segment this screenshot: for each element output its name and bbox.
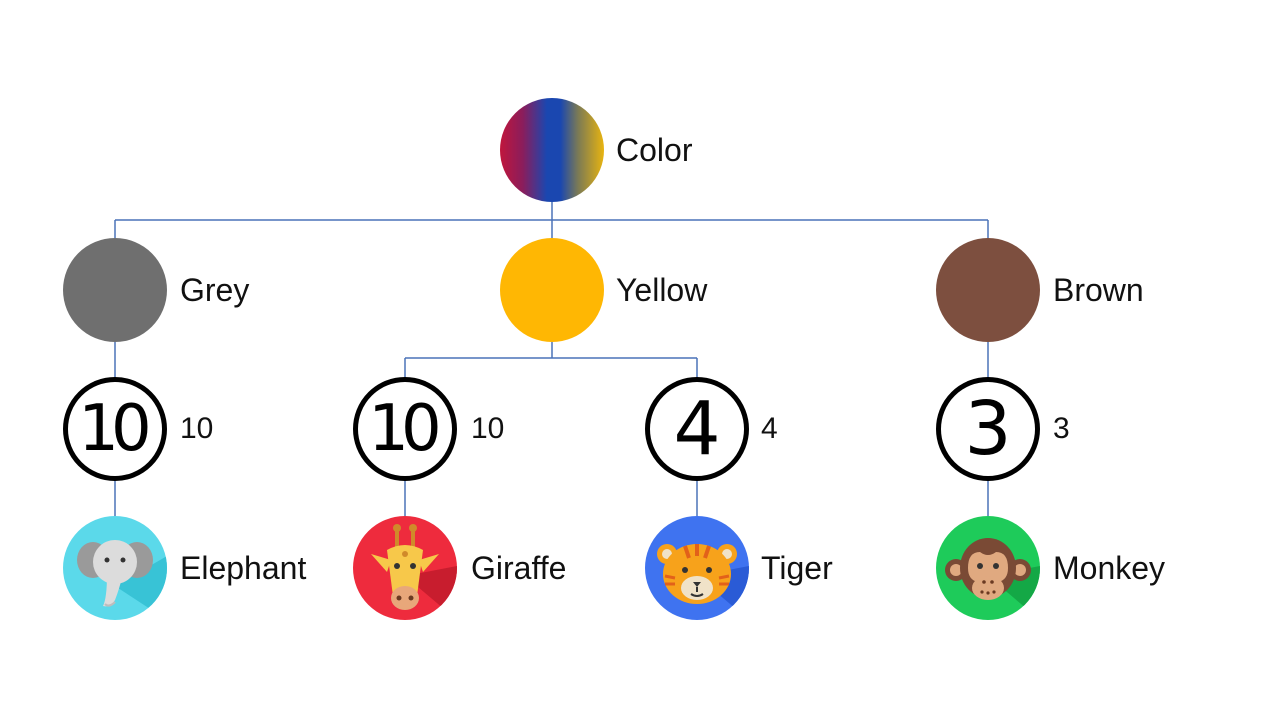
brown-node: [936, 238, 1040, 342]
count-label-tiger: 4: [761, 412, 778, 445]
giraffe-node: [353, 516, 457, 620]
count-circle-monkey: 3: [936, 377, 1040, 481]
count-label-monkey: 3: [1053, 412, 1070, 445]
count-label-grey: 10: [180, 412, 214, 445]
count-label-giraffe: 10: [471, 412, 505, 445]
tiger-label: Tiger: [761, 550, 833, 586]
yellow-node: [500, 238, 604, 342]
color-root-label: Color: [616, 132, 693, 168]
elephant-icon: [77, 540, 167, 620]
brown-label: Brown: [1053, 272, 1144, 308]
yellow-label: Yellow: [616, 272, 708, 308]
monkey-label: Monkey: [1053, 550, 1166, 586]
count-circle-grey: 10: [63, 377, 167, 481]
count-circle-tiger: 4: [645, 377, 749, 481]
elephant-node: [63, 516, 167, 620]
count-circle-giraffe: 10: [353, 377, 457, 481]
grey-node: [63, 238, 167, 342]
elephant-label: Elephant: [180, 550, 307, 586]
connector-lines: [114, 202, 989, 516]
color-root-node: [500, 98, 604, 202]
giraffe-label: Giraffe: [471, 550, 567, 586]
tiger-icon: [657, 544, 749, 620]
monkey-node: [936, 516, 1040, 620]
monkey-icon: [945, 538, 1040, 620]
giraffe-icon: [371, 524, 457, 620]
grey-label: Grey: [180, 272, 250, 308]
tree-diagram: Color Grey Yellow Brown 10 10 10 10 4 4 …: [0, 0, 1280, 720]
tiger-node: [645, 516, 749, 620]
